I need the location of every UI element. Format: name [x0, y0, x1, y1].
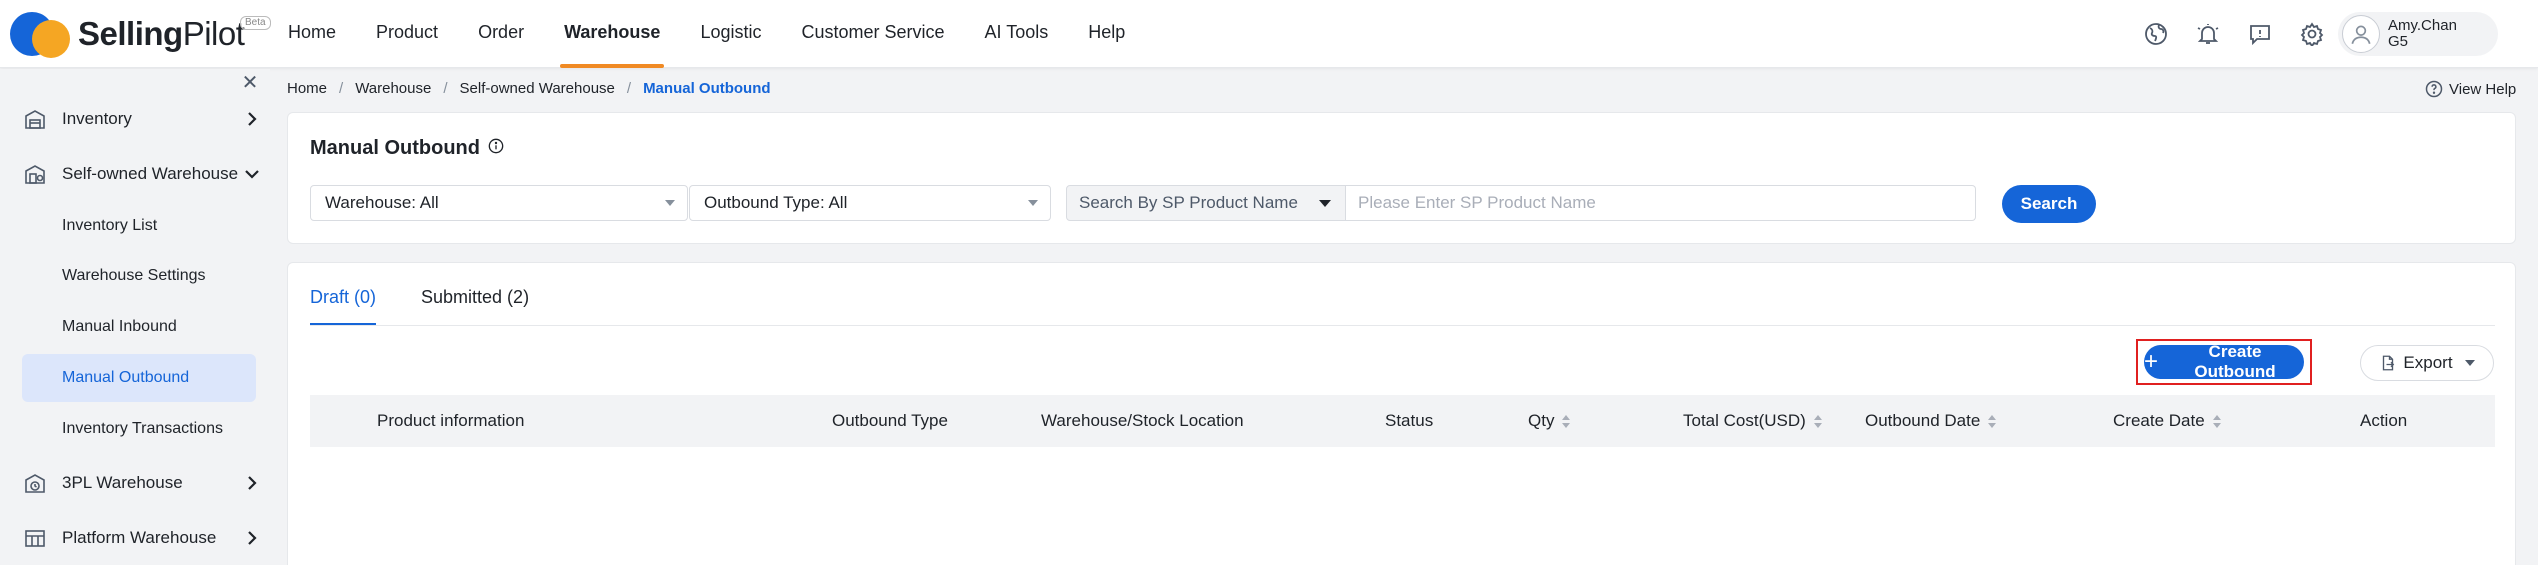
create-outbound-label: Create Outbound: [2194, 342, 2276, 381]
tab-draft[interactable]: Draft (0): [310, 263, 377, 326]
chevron-down-icon: [242, 164, 262, 184]
bell-icon[interactable]: [2182, 14, 2234, 54]
sidebar-group-label: Inventory: [62, 109, 132, 128]
create-outbound-button[interactable]: + Create Outbound: [2144, 342, 2304, 381]
nav-order[interactable]: Order: [458, 0, 544, 68]
nav-ai-tools[interactable]: AI Tools: [965, 0, 1069, 68]
nav-customer-service[interactable]: Customer Service: [781, 0, 964, 68]
caret-down-icon: [1319, 200, 1331, 207]
export-file-icon: [2383, 355, 2395, 371]
sidebar-group-label: Self-owned Warehouse: [62, 164, 239, 183]
breadcrumb-home[interactable]: Home: [287, 80, 327, 97]
outbound-type-select-value: Outbound Type: All: [704, 193, 848, 212]
brand-name-light: Pilot: [182, 15, 245, 52]
3pl-warehouse-icon: [22, 471, 48, 495]
sidebar-item-manual-outbound[interactable]: Manual Outbound: [22, 354, 256, 402]
export-label: Export: [2403, 353, 2453, 372]
search-by-select-value: Search By SP Product Name: [1079, 193, 1298, 212]
breadcrumb-current: Manual Outbound: [643, 80, 771, 97]
search-by-select[interactable]: Search By SP Product Name: [1066, 185, 1346, 221]
globe-icon[interactable]: [2130, 14, 2182, 54]
column-product-information: Product information: [377, 411, 525, 430]
sort-icon[interactable]: [1988, 414, 1997, 428]
sort-icon[interactable]: [1813, 414, 1822, 428]
main-nav: Home Product Order Warehouse Logistic Cu…: [268, 0, 1145, 68]
nav-product[interactable]: Product: [356, 0, 458, 68]
tabs-divider: [310, 325, 2495, 326]
sidebar-group-label: Platform Warehouse: [62, 528, 217, 547]
search-input[interactable]: [1346, 185, 1976, 221]
column-create-date[interactable]: Create Date: [2113, 395, 2221, 447]
beta-badge: Beta: [240, 16, 271, 30]
top-navigation-bar: SellingPilot Beta Home Product Order War…: [0, 0, 2538, 68]
column-action: Action: [2360, 411, 2408, 430]
chevron-right-icon: [242, 473, 262, 493]
brand-name-bold: Selling: [78, 15, 183, 52]
filter-card: Manual Outbound Warehouse: All Outbound …: [287, 112, 2516, 244]
plus-icon: +: [2144, 348, 2159, 375]
sidebar-group-platform-warehouse[interactable]: Platform Warehouse: [22, 518, 262, 558]
sidebar-group-label: 3PL Warehouse: [62, 473, 183, 492]
sort-icon[interactable]: [2212, 414, 2221, 428]
nav-logistic[interactable]: Logistic: [680, 0, 781, 68]
chat-icon[interactable]: [2234, 14, 2286, 54]
warehouse-select[interactable]: Warehouse: All: [310, 185, 688, 221]
sidebar-group-3pl-warehouse[interactable]: 3PL Warehouse: [22, 463, 262, 503]
outbound-type-select[interactable]: Outbound Type: All: [689, 185, 1051, 221]
column-total-cost[interactable]: Total Cost(USD): [1683, 395, 1822, 447]
caret-down-icon: [1028, 200, 1038, 206]
info-icon[interactable]: [488, 137, 504, 160]
nav-help[interactable]: Help: [1068, 0, 1145, 68]
nav-warehouse[interactable]: Warehouse: [544, 0, 680, 68]
caret-down-icon: [2464, 360, 2475, 366]
page-title: Manual Outbound: [310, 137, 480, 159]
view-help-label: View Help: [2449, 80, 2517, 98]
user-level: G5: [2388, 33, 2409, 50]
sidebar-item-inventory-list[interactable]: Inventory List: [22, 202, 256, 250]
create-outbound-highlight: + Create Outbound: [2136, 339, 2312, 385]
caret-down-icon: [665, 200, 675, 206]
top-icon-group: [2130, 14, 2338, 54]
selling-pilot-logo[interactable]: SellingPilot Beta: [10, 8, 271, 60]
view-help-link[interactable]: View Help: [2425, 80, 2516, 98]
tab-submitted[interactable]: Submitted (2): [421, 263, 529, 325]
platform-warehouse-icon: [22, 526, 48, 550]
nav-home[interactable]: Home: [268, 0, 356, 68]
column-status: Status: [1385, 411, 1434, 430]
warehouse-select-value: Warehouse: All: [325, 193, 439, 212]
close-icon[interactable]: ✕: [240, 73, 260, 93]
breadcrumb: Home / Warehouse / Self-owned Warehouse …: [287, 80, 771, 97]
warehouse-icon: [22, 107, 48, 131]
status-tabs: Draft (0) Submitted (2): [310, 263, 574, 326]
export-button[interactable]: Export: [2360, 345, 2494, 381]
user-menu[interactable]: Amy.Chan G5: [2338, 12, 2498, 56]
sidebar-item-manual-inbound[interactable]: Manual Inbound: [22, 303, 256, 351]
column-outbound-type: Outbound Type: [832, 411, 948, 430]
breadcrumb-warehouse[interactable]: Warehouse: [355, 80, 431, 97]
column-qty[interactable]: Qty: [1528, 395, 1571, 447]
self-warehouse-icon: [22, 162, 48, 186]
sort-icon[interactable]: [1562, 414, 1571, 428]
sidebar-item-warehouse-settings[interactable]: Warehouse Settings: [22, 252, 256, 300]
chevron-right-icon: [242, 109, 262, 129]
breadcrumb-self-owned-warehouse[interactable]: Self-owned Warehouse: [460, 80, 615, 97]
outbound-list-card: Draft (0) Submitted (2) + Create Outboun…: [287, 262, 2516, 565]
chevron-right-icon: [242, 528, 262, 548]
sidebar-group-inventory[interactable]: Inventory: [22, 99, 262, 139]
search-button[interactable]: Search: [2002, 185, 2096, 223]
table-header: Product information Outbound Type Wareho…: [310, 395, 2495, 447]
sidebar-group-self-owned-warehouse[interactable]: Self-owned Warehouse: [22, 154, 262, 194]
gear-icon[interactable]: [2286, 14, 2338, 54]
help-circle-icon: [2425, 80, 2443, 98]
column-warehouse-stock-location: Warehouse/Stock Location: [1041, 411, 1244, 430]
avatar: [2342, 15, 2380, 53]
column-outbound-date[interactable]: Outbound Date: [1865, 395, 1997, 447]
sidebar: ✕ Inventory Self-owned Warehouse Invento…: [0, 69, 270, 565]
logo-mark-icon: [10, 8, 72, 60]
user-name: Amy.Chan: [2388, 17, 2457, 34]
sidebar-item-inventory-transactions[interactable]: Inventory Transactions: [22, 405, 256, 453]
